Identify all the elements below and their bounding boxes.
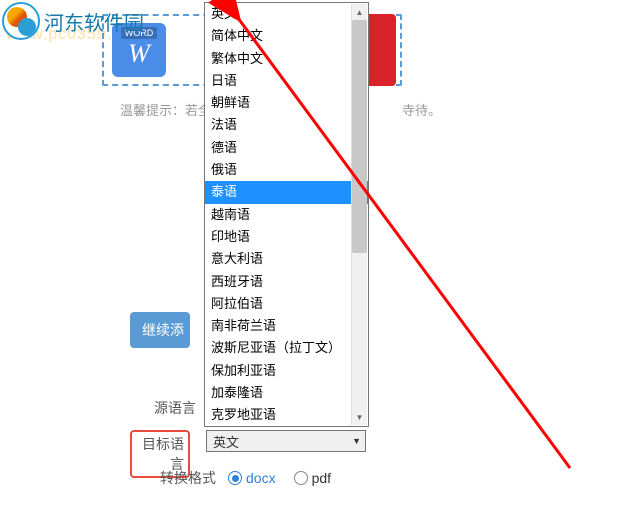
target-language-select[interactable]: 英文 bbox=[206, 430, 366, 452]
format-radio-group: docx pdf bbox=[228, 470, 331, 486]
format-docx-text: docx bbox=[246, 470, 276, 486]
dropdown-item[interactable]: 波斯尼亚语（拉丁文） bbox=[205, 337, 368, 359]
source-language-row: 源语言 bbox=[136, 398, 208, 418]
select-value: 英文 bbox=[213, 432, 239, 451]
scroll-down-icon[interactable]: ▼ bbox=[352, 409, 367, 425]
dropdown-item[interactable]: 英文 bbox=[205, 3, 368, 25]
file-remove-icon[interactable] bbox=[368, 14, 396, 86]
scroll-up-icon[interactable]: ▲ bbox=[352, 4, 367, 20]
source-language-label: 源语言 bbox=[136, 398, 196, 418]
dropdown-item[interactable]: 加泰隆语 bbox=[205, 382, 368, 404]
format-docx-radio[interactable]: docx bbox=[228, 470, 276, 486]
site-name: 河东软件园 bbox=[44, 7, 144, 36]
dropdown-item[interactable]: 阿拉伯语 bbox=[205, 293, 368, 315]
dropdown-item[interactable]: 西班牙语 bbox=[205, 271, 368, 293]
continue-add-button[interactable]: 继续添 bbox=[130, 312, 190, 348]
dropdown-item[interactable]: 日语 bbox=[205, 70, 368, 92]
scroll-thumb[interactable] bbox=[352, 20, 367, 253]
dropdown-item[interactable]: 简体中文 bbox=[205, 25, 368, 47]
format-label: 转换格式 bbox=[150, 468, 216, 488]
dropdown-item[interactable]: 意大利语 bbox=[205, 248, 368, 270]
format-row: 转换格式 docx pdf bbox=[150, 468, 331, 488]
dropdown-item[interactable]: 印地语 bbox=[205, 226, 368, 248]
scroll-track[interactable] bbox=[352, 20, 367, 409]
dropdown-item[interactable]: 德语 bbox=[205, 137, 368, 159]
dropdown-scrollbar[interactable]: ▲ ▼ bbox=[351, 4, 367, 425]
dropdown-item[interactable]: 泰语 bbox=[205, 181, 368, 203]
site-logo-icon bbox=[2, 2, 40, 40]
format-pdf-text: pdf bbox=[312, 470, 331, 486]
site-watermark: 河东软件园 bbox=[2, 2, 144, 40]
continue-label: 继续添 bbox=[142, 320, 184, 340]
hint-text-tail: 寺待。 bbox=[402, 100, 441, 119]
language-dropdown[interactable]: 英文简体中文繁体中文日语朝鲜语法语德语俄语泰语越南语印地语意大利语西班牙语阿拉伯… bbox=[204, 2, 369, 427]
dropdown-list: 英文简体中文繁体中文日语朝鲜语法语德语俄语泰语越南语印地语意大利语西班牙语阿拉伯… bbox=[205, 3, 368, 426]
dropdown-item[interactable]: 法语 bbox=[205, 114, 368, 136]
dropdown-item[interactable]: 克罗地亚语 bbox=[205, 404, 368, 426]
dropdown-item[interactable]: 南非荷兰语 bbox=[205, 315, 368, 337]
format-pdf-radio[interactable]: pdf bbox=[294, 470, 331, 486]
dropdown-item[interactable]: 朝鲜语 bbox=[205, 92, 368, 114]
dropdown-item[interactable]: 俄语 bbox=[205, 159, 368, 181]
radio-icon bbox=[294, 471, 308, 485]
dropdown-item[interactable]: 越南语 bbox=[205, 204, 368, 226]
dropdown-item[interactable]: 繁体中文 bbox=[205, 48, 368, 70]
word-letter: W bbox=[128, 39, 150, 69]
radio-icon bbox=[228, 471, 242, 485]
dropdown-item[interactable]: 保加利亚语 bbox=[205, 360, 368, 382]
